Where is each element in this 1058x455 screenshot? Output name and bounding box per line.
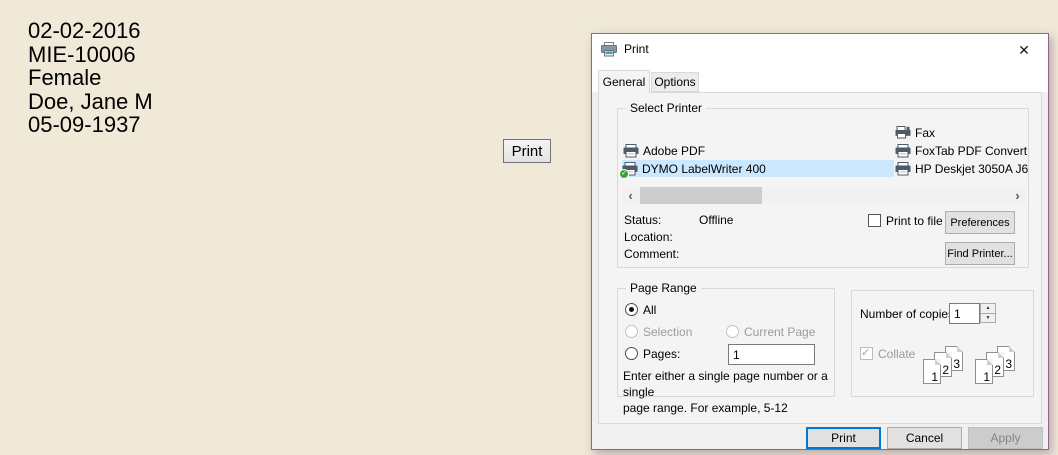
printer-item-fax[interactable]: Fax <box>895 124 935 141</box>
number-of-copies-label: Number of copies: <box>860 307 957 321</box>
copies-group: Number of copies: ▲ ▼ ✓ Collate 3 2 1 3 <box>851 290 1034 397</box>
collate-check-icon: ✓ <box>861 346 870 359</box>
scroll-right-icon[interactable]: › <box>1009 187 1026 204</box>
status-value: Offline <box>699 213 733 227</box>
print-to-file-label: Print to file <box>886 214 943 228</box>
patient-name: Doe, Jane M <box>28 90 153 114</box>
page-range-help-line2: page range. For example, 5-12 <box>623 400 835 416</box>
fax-icon <box>895 126 911 140</box>
collate-sheet: 1 <box>923 359 941 384</box>
collate-label: Collate <box>878 347 915 361</box>
printer-icon <box>895 162 911 176</box>
patient-date: 02-02-2016 <box>28 19 153 43</box>
printer-item-dymo-selected[interactable]: ✓ DYMO LabelWriter 400 <box>622 160 894 177</box>
printer-icon <box>601 42 617 57</box>
all-label: All <box>643 303 656 317</box>
page-range-help-line1: Enter either a single page number or a s… <box>623 368 835 400</box>
printer-name: HP Deskjet 3050A J6 <box>915 162 1028 176</box>
sheet-number: 1 <box>983 370 990 384</box>
scroll-track[interactable] <box>639 187 1009 204</box>
dialog-cancel-button[interactable]: Cancel <box>887 427 962 449</box>
patient-sex: Female <box>28 66 153 90</box>
print-to-file-checkbox[interactable] <box>868 214 881 227</box>
select-printer-legend: Select Printer <box>626 101 706 115</box>
scroll-thumb[interactable] <box>640 187 762 204</box>
printer-item-adobe-pdf[interactable]: Adobe PDF <box>623 142 705 159</box>
default-printer-badge-icon: ✓ <box>619 169 629 179</box>
printer-item-foxtab[interactable]: FoxTab PDF Convert <box>895 142 1027 159</box>
scroll-left-icon[interactable]: ‹ <box>622 187 639 204</box>
pages-input[interactable] <box>728 344 815 365</box>
collate-pages-icon: 3 2 1 <box>975 346 1021 390</box>
page-range-legend: Page Range <box>626 281 701 295</box>
patient-info: 02-02-2016 MIE-10006 Female Doe, Jane M … <box>28 19 153 137</box>
printer-name: DYMO LabelWriter 400 <box>642 162 766 176</box>
sheet-number: 3 <box>1005 357 1012 371</box>
collate-pages-icon: 3 2 1 <box>923 346 969 390</box>
printer-icon <box>895 144 911 158</box>
patient-dob: 05-09-1937 <box>28 113 153 137</box>
page-print-button[interactable]: Print <box>503 139 551 163</box>
pages-radio[interactable] <box>625 347 638 360</box>
dialog-title: Print <box>624 42 649 56</box>
tab-general[interactable]: General <box>598 70 650 93</box>
status-label: Status: <box>624 213 661 227</box>
patient-id: MIE-10006 <box>28 43 153 67</box>
location-label: Location: <box>624 230 673 244</box>
printer-icon: ✓ <box>622 162 638 176</box>
selection-label: Selection <box>643 325 692 339</box>
selection-radio <box>625 325 638 338</box>
printer-name: FoxTab PDF Convert <box>915 144 1027 158</box>
dialog-print-button[interactable]: Print <box>806 427 881 449</box>
collate-checkbox: ✓ <box>860 347 873 360</box>
preferences-button[interactable]: Preferences <box>945 211 1015 234</box>
printer-name: Adobe PDF <box>643 144 705 158</box>
printer-list-hscrollbar[interactable]: ‹ › <box>622 187 1026 204</box>
collate-sheet: 1 <box>975 359 993 384</box>
print-dialog: Print ✕ General Options Select Printer F… <box>591 33 1049 450</box>
all-radio[interactable] <box>625 303 638 316</box>
spin-down-icon[interactable]: ▼ <box>980 313 996 324</box>
dialog-apply-button: Apply <box>968 427 1043 449</box>
current-page-label: Current Page <box>744 325 815 339</box>
comment-label: Comment: <box>624 247 679 261</box>
sheet-number: 2 <box>942 363 949 377</box>
current-page-radio <box>726 325 739 338</box>
select-printer-group: Select Printer Fax Adobe PDF <box>617 108 1029 268</box>
page-range-help: Enter either a single page number or a s… <box>623 368 835 416</box>
pages-label: Pages: <box>643 347 680 361</box>
sheet-number: 1 <box>931 370 938 384</box>
printer-item-hp-deskjet[interactable]: HP Deskjet 3050A J6 <box>895 160 1028 177</box>
printer-name: Fax <box>915 126 935 140</box>
copies-spinner[interactable]: ▲ ▼ <box>980 303 996 324</box>
printer-icon <box>623 144 639 158</box>
dialog-titlebar[interactable]: Print ✕ <box>592 34 1048 64</box>
sheet-number: 2 <box>994 363 1001 377</box>
close-icon[interactable]: ✕ <box>1006 38 1042 62</box>
tab-options[interactable]: Options <box>651 72 699 92</box>
page-range-group: Page Range All Selection Current Page Pa… <box>617 288 835 397</box>
tab-panel-general: Select Printer Fax Adobe PDF <box>598 92 1042 424</box>
sheet-number: 3 <box>953 357 960 371</box>
find-printer-button[interactable]: Find Printer... <box>945 242 1015 265</box>
copies-input[interactable] <box>949 303 980 324</box>
desktop-screen: 02-02-2016 MIE-10006 Female Doe, Jane M … <box>0 0 1058 455</box>
